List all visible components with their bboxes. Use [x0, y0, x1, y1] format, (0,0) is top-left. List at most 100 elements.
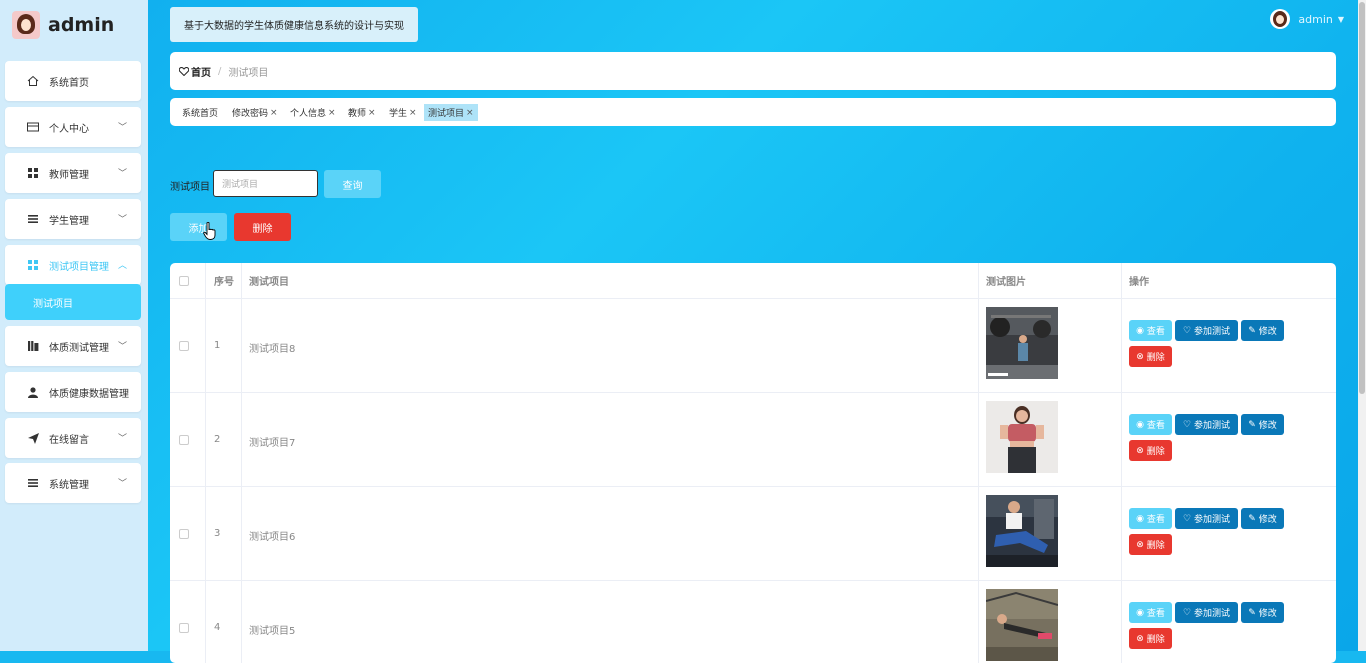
close-icon[interactable]: ×: [270, 108, 278, 118]
row-index: 1: [214, 340, 221, 351]
header-image: 测试图片: [986, 277, 1026, 288]
column-divider: [1121, 263, 1122, 663]
row-delete-button[interactable]: ⊗ 删除: [1129, 628, 1172, 649]
edit-label: 修改: [1258, 327, 1277, 337]
sidebar-item-personal[interactable]: 个人中心 ﹀: [5, 107, 141, 147]
sidebar-item-label: 体质健康数据管理: [49, 388, 129, 400]
tag-personal-info[interactable]: 个人信息 ×: [286, 104, 340, 121]
delete-label: 删除: [1146, 635, 1165, 645]
select-all-checkbox[interactable]: [179, 276, 189, 286]
view-button[interactable]: ◉ 查看: [1129, 508, 1172, 529]
row-divider: [170, 298, 1336, 299]
tag-students[interactable]: 学生 ×: [385, 104, 421, 121]
query-button[interactable]: 查询: [324, 170, 381, 198]
view-button[interactable]: ◉ 查看: [1129, 602, 1172, 623]
eye-icon: ◉: [1136, 513, 1144, 524]
close-circle-icon: ⊗: [1136, 539, 1144, 550]
row-index: 2: [214, 434, 221, 445]
join-test-button[interactable]: ♡ 参加测试: [1175, 602, 1238, 623]
chevron-down-icon: ﹀: [117, 215, 127, 225]
pencil-icon: ✎: [1248, 607, 1256, 618]
sidebar-item-label: 在线留言: [49, 434, 89, 446]
sidebar-subitem-test-project[interactable]: 测试项目: [5, 284, 141, 320]
breadcrumb-home[interactable]: 首页: [179, 64, 211, 79]
scrollbar[interactable]: [1358, 0, 1366, 651]
edit-button[interactable]: ✎ 修改: [1241, 414, 1284, 435]
add-button[interactable]: 添加: [170, 213, 227, 241]
row-name: 测试项目6: [249, 532, 296, 543]
join-test-button[interactable]: ♡ 参加测试: [1175, 320, 1238, 341]
row-checkbox[interactable]: [179, 435, 189, 445]
column-divider: [205, 263, 206, 663]
logo: admin: [12, 11, 114, 39]
edit-button[interactable]: ✎ 修改: [1241, 508, 1284, 529]
delete-button[interactable]: 删除: [234, 213, 291, 241]
row-image: [986, 495, 1058, 567]
sidebar-item-messages[interactable]: 在线留言 ﹀: [5, 418, 141, 458]
menu-icon: [27, 477, 39, 489]
row-name: 测试项目8: [249, 344, 296, 355]
join-test-button[interactable]: ♡ 参加测试: [1175, 414, 1238, 435]
sidebar-item-fitness-tests[interactable]: 体质测试管理 ﹀: [5, 326, 141, 366]
row-checkbox[interactable]: [179, 529, 189, 539]
row-divider: [170, 580, 1336, 581]
search-label: 测试项目: [170, 182, 210, 193]
sidebar-item-label: 学生管理: [49, 215, 89, 227]
view-label: 查看: [1146, 609, 1165, 619]
tag-label: 系统首页: [182, 109, 219, 119]
chevron-down-icon: ﹀: [117, 434, 127, 444]
chevron-up-icon: ︿: [117, 261, 127, 271]
tag-label: 个人信息: [290, 109, 327, 119]
sidebar-item-system[interactable]: 系统管理 ﹀: [5, 463, 141, 503]
view-button[interactable]: ◉ 查看: [1129, 320, 1172, 341]
row-divider: [170, 486, 1336, 487]
sidebar-item-test-projects[interactable]: 测试项目管理 ︿: [5, 245, 141, 285]
close-icon[interactable]: ×: [368, 108, 376, 118]
card-icon: [27, 121, 39, 133]
tags-bar: 系统首页 修改密码 × 个人信息 × 教师 × 学生 × 测试项目 ×: [170, 98, 1336, 126]
tag-test-project[interactable]: 测试项目 ×: [424, 104, 478, 121]
delete-label: 删除: [1146, 541, 1165, 551]
breadcrumb-separator: /: [218, 65, 222, 77]
tag-home[interactable]: 系统首页: [178, 104, 222, 121]
view-button[interactable]: ◉ 查看: [1129, 414, 1172, 435]
eye-icon: ◉: [1136, 607, 1144, 618]
column-divider: [978, 263, 979, 663]
row-checkbox[interactable]: [179, 341, 189, 351]
scrollbar-thumb[interactable]: [1359, 2, 1365, 394]
sidebar-item-students[interactable]: 学生管理 ﹀: [5, 199, 141, 239]
chevron-down-icon: ﹀: [117, 479, 127, 489]
close-circle-icon: ⊗: [1136, 633, 1144, 644]
close-icon[interactable]: ×: [466, 108, 474, 118]
edit-button[interactable]: ✎ 修改: [1241, 320, 1284, 341]
user-menu[interactable]: admin ▼: [1270, 9, 1344, 29]
row-delete-button[interactable]: ⊗ 删除: [1129, 534, 1172, 555]
heart-icon: ♡: [1182, 325, 1192, 336]
header-actions: 操作: [1129, 277, 1149, 288]
row-name: 测试项目7: [249, 438, 296, 449]
header-index: 序号: [214, 277, 234, 288]
column-divider: [241, 263, 242, 663]
logo-avatar: [12, 11, 40, 39]
row-name: 测试项目5: [249, 626, 296, 637]
tag-change-password[interactable]: 修改密码 ×: [228, 104, 282, 121]
grid-icon: [27, 167, 39, 179]
join-test-button[interactable]: ♡ 参加测试: [1175, 508, 1238, 529]
heart-icon: ♡: [1182, 607, 1192, 618]
edit-label: 修改: [1258, 515, 1277, 525]
sidebar-item-health-data[interactable]: 体质健康数据管理: [5, 372, 141, 412]
sidebar-item-teachers[interactable]: 教师管理 ﹀: [5, 153, 141, 193]
tag-teachers[interactable]: 教师 ×: [344, 104, 380, 121]
row-delete-button[interactable]: ⊗ 删除: [1129, 440, 1172, 461]
pencil-icon: ✎: [1248, 513, 1256, 524]
edit-button[interactable]: ✎ 修改: [1241, 602, 1284, 623]
search-placeholder: 测试项目: [222, 180, 259, 190]
pencil-icon: ✎: [1248, 325, 1256, 336]
close-icon[interactable]: ×: [409, 108, 417, 118]
sidebar-item-home[interactable]: 系统首页: [5, 61, 141, 101]
close-icon[interactable]: ×: [328, 108, 336, 118]
search-input[interactable]: 测试项目: [213, 170, 318, 197]
tag-label: 测试项目: [428, 109, 465, 119]
row-checkbox[interactable]: [179, 623, 189, 633]
row-delete-button[interactable]: ⊗ 删除: [1129, 346, 1172, 367]
